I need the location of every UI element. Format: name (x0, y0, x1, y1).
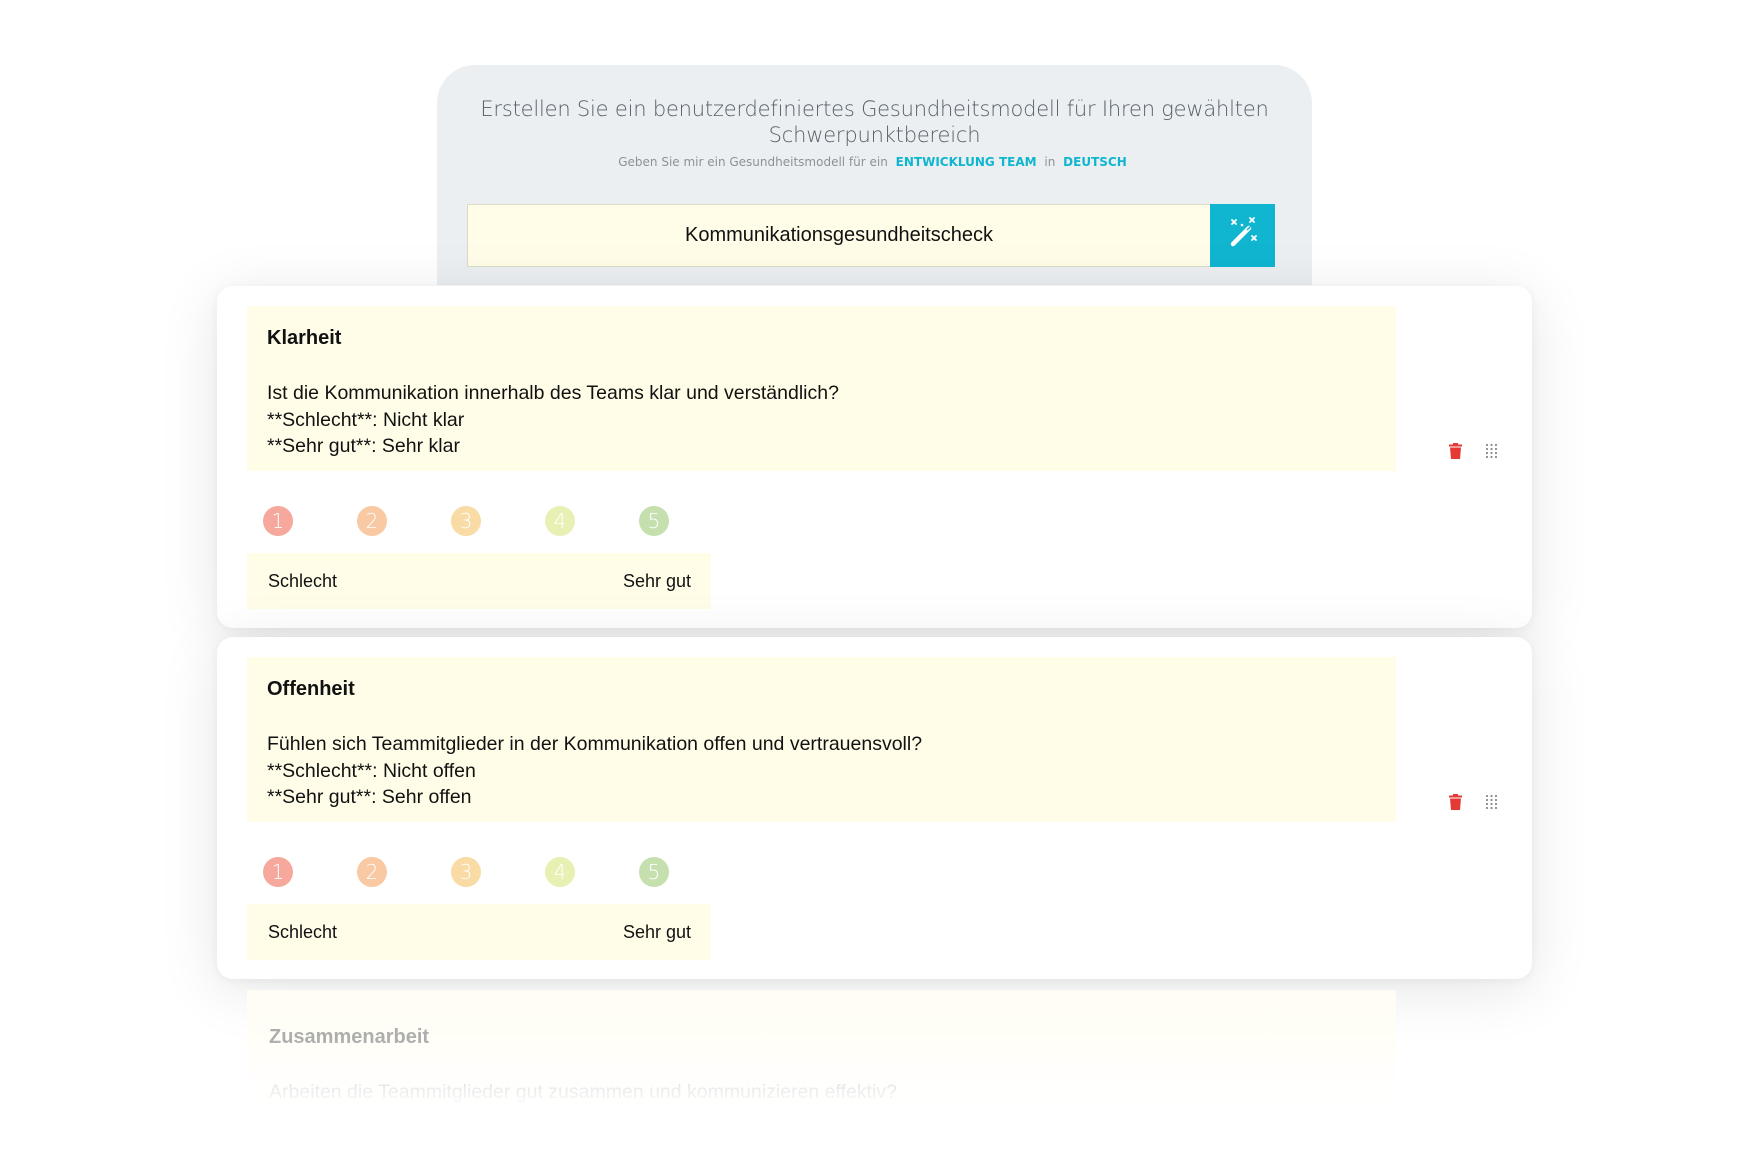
stage: Erstellen Sie ein benutzerdefiniertes Ge… (0, 0, 1743, 1171)
rating-scale: 1 2 3 4 5 Schlecht Sehr gut (247, 506, 711, 609)
rating-option-3[interactable]: 3 (451, 857, 481, 887)
rating-option-4[interactable]: 4 (545, 506, 575, 536)
focus-area-select[interactable]: ENTWICKLUNG TEAM (896, 155, 1037, 169)
drag-handle[interactable] (1482, 443, 1500, 463)
rating-option-2[interactable]: 2 (357, 506, 387, 536)
good-description: **Sehr gut**: Sehr offen (267, 786, 472, 808)
drag-handle-icon (1485, 443, 1498, 464)
question-body: Fühlen sich Teammitglieder in der Kommun… (267, 731, 1376, 811)
question-title: Klarheit (267, 327, 342, 349)
generator-title-line-1: Erstellen Sie ein benutzerdefiniertes Ge… (480, 97, 1269, 121)
question-card-zusammenarbeit: Zusammenarbeit Arbeiten die Teammitglied… (217, 990, 1532, 1171)
drag-handle[interactable] (1482, 794, 1500, 814)
question-body: Ist die Kommunikation innerhalb des Team… (267, 380, 1376, 460)
rating-option-2[interactable]: 2 (357, 857, 387, 887)
rating-scale: 1 2 3 4 5 Schlecht Sehr gut (247, 857, 711, 960)
subtitle-prefix: Geben Sie mir ein Gesundheitsmodell für … (618, 155, 888, 169)
rating-option-4[interactable]: 4 (545, 857, 575, 887)
question-editor[interactable]: Klarheit Ist die Kommunikation innerhalb… (247, 306, 1396, 471)
question-card-klarheit: Klarheit Ist die Kommunikation innerhalb… (217, 286, 1532, 628)
drag-handle-icon (1485, 794, 1498, 815)
rating-option-3[interactable]: 3 (451, 506, 481, 536)
question-editor: Zusammenarbeit Arbeiten die Teammitglied… (247, 990, 1396, 1140)
generator-title: Erstellen Sie ein benutzerdefiniertes Ge… (437, 96, 1312, 148)
generator-subtitle: Geben Sie mir ein Gesundheitsmodell für … (437, 155, 1312, 169)
rating-option-5[interactable]: 5 (639, 857, 669, 887)
generator-input-row: Kommunikationsgesundheitscheck (467, 204, 1275, 267)
rating-option-5[interactable]: 5 (639, 506, 669, 536)
question-card-offenheit: Offenheit Fühlen sich Teammitglieder in … (217, 637, 1532, 979)
scale-labels: Schlecht Sehr gut (247, 904, 711, 960)
rating-option-1[interactable]: 1 (263, 506, 293, 536)
bad-description: **Schlecht**: Nicht klar (267, 408, 465, 431)
delete-question-button[interactable] (1446, 442, 1464, 464)
language-select[interactable]: DEUTSCH (1063, 155, 1127, 169)
magic-wand-icon (1225, 215, 1261, 256)
rating-dots: 1 2 3 4 5 (247, 857, 711, 889)
question-text: Arbeiten die Teammitglieder gut zusammen… (269, 1081, 897, 1103)
delete-question-button[interactable] (1446, 793, 1464, 815)
trash-icon (1448, 442, 1462, 464)
rating-option-1[interactable]: 1 (263, 857, 293, 887)
bad-description: **Schlecht**: Nicht offen (267, 759, 476, 782)
scale-high-label[interactable]: Sehr gut (623, 922, 691, 943)
question-title: Offenheit (267, 678, 355, 700)
scale-labels: Schlecht Sehr gut (247, 553, 711, 609)
generator-panel: Erstellen Sie ein benutzerdefiniertes Ge… (437, 65, 1312, 285)
subtitle-connector: in (1044, 155, 1056, 169)
question-title: Zusammenarbeit (269, 1026, 430, 1048)
generate-button[interactable] (1210, 204, 1275, 267)
question-text: Ist die Kommunikation innerhalb des Team… (267, 382, 839, 404)
topic-input[interactable]: Kommunikationsgesundheitscheck (467, 204, 1210, 267)
card-actions (1446, 793, 1500, 815)
scale-high-label[interactable]: Sehr gut (623, 571, 691, 592)
question-editor[interactable]: Offenheit Fühlen sich Teammitglieder in … (247, 657, 1396, 822)
question-text: Fühlen sich Teammitglieder in der Kommun… (267, 733, 923, 755)
trash-icon (1448, 793, 1462, 815)
generator-title-line-2: Schwerpunktbereich (768, 123, 981, 147)
rating-dots: 1 2 3 4 5 (247, 506, 711, 538)
scale-low-label[interactable]: Schlecht (268, 922, 337, 943)
good-description: **Sehr gut**: Sehr klar (267, 435, 460, 457)
scale-low-label[interactable]: Schlecht (268, 571, 337, 592)
card-actions (1446, 442, 1500, 464)
